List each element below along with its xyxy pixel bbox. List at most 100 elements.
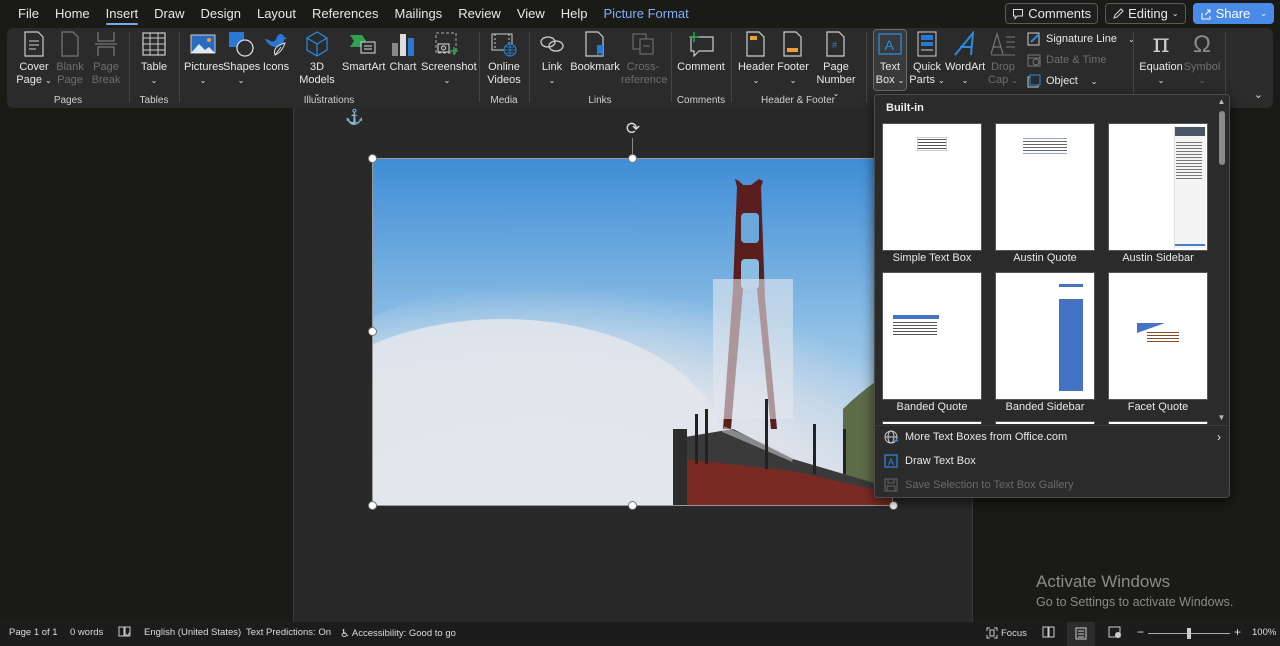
- ribbon-tab-bar: File Home Insert Draw Design Layout Refe…: [0, 0, 1280, 28]
- drop-cap-label-1: Drop: [991, 61, 1015, 73]
- gallery-item-banded-quote[interactable]: Banded Quote: [876, 268, 988, 416]
- text-box-icon: A: [878, 33, 902, 55]
- golden-gate-bridge-picture[interactable]: [372, 158, 893, 506]
- pencil-icon: [1113, 7, 1124, 19]
- gallery-item-label: Austin Sidebar: [1122, 252, 1194, 264]
- built-in-heading: Built-in: [886, 102, 924, 114]
- wordart-icon: [954, 31, 975, 56]
- anchor-icon: ⚓: [345, 109, 364, 126]
- gallery-item-label: Facet Quote: [1127, 401, 1189, 413]
- quick-parts-button[interactable]: Quick Parts ⌄: [909, 30, 945, 87]
- text-box-label-2: Box: [875, 74, 895, 86]
- focus-mode-button[interactable]: Focus: [986, 627, 1027, 639]
- tab-mailings[interactable]: Mailings: [387, 0, 451, 28]
- gallery-item-banded-sidebar[interactable]: Banded Sidebar: [989, 268, 1101, 416]
- share-button[interactable]: Share ⌄: [1192, 3, 1274, 24]
- gallery-item-partial[interactable]: [876, 417, 988, 424]
- chevron-down-icon: ⌄: [1198, 76, 1206, 85]
- tab-insert[interactable]: Insert: [98, 0, 147, 28]
- gallery-item-austin-sidebar[interactable]: Austin Sidebar: [1102, 119, 1214, 267]
- word-count[interactable]: 0 words: [70, 627, 103, 638]
- tab-layout[interactable]: Layout: [249, 0, 304, 28]
- object-icon: [1027, 74, 1041, 88]
- status-bar: Page 1 of 1 0 words English (United Stat…: [0, 622, 1280, 646]
- resize-handle-left[interactable]: [368, 327, 377, 336]
- quick-parts-label-2: Parts: [909, 74, 935, 86]
- tab-references[interactable]: References: [304, 0, 386, 28]
- group-label-tables: Tables: [139, 95, 169, 106]
- accessibility-status[interactable]: ♿︎ Accessibility: Good to go: [340, 627, 456, 640]
- zoom-level[interactable]: 100%: [1252, 627, 1276, 638]
- tab-help[interactable]: Help: [553, 0, 596, 28]
- globe-icon: [884, 430, 898, 444]
- text-predictions-status[interactable]: Text Predictions: On: [246, 627, 331, 638]
- comments-button[interactable]: Comments: [1005, 3, 1099, 24]
- gallery-item-partial[interactable]: [1102, 417, 1214, 424]
- resize-handle-top[interactable]: [628, 154, 637, 163]
- gallery-item-simple-text-box[interactable]: Simple Text Box: [876, 119, 988, 267]
- austin-sidebar-preview: [1108, 123, 1208, 251]
- print-layout-button[interactable]: [1067, 622, 1095, 646]
- chevron-right-icon: ›: [1217, 430, 1221, 444]
- editing-mode-button[interactable]: Editing ⌄: [1105, 3, 1186, 24]
- ribbon-display-options-chevron-icon[interactable]: ⌄: [1254, 88, 1263, 101]
- scroll-up-arrow-icon[interactable]: ▲: [1216, 97, 1227, 109]
- drop-cap-icon: [990, 32, 1015, 56]
- chevron-down-icon: ⌄: [897, 76, 905, 85]
- more-text-boxes-menu-item[interactable]: More Text Boxes from Office.com ›: [875, 425, 1229, 449]
- web-layout-icon: [1108, 626, 1121, 638]
- symbol-label: Symbol: [1183, 61, 1221, 73]
- chevron-down-icon: ⌄: [938, 76, 945, 85]
- zoom-out-button[interactable]: −: [1137, 625, 1144, 639]
- page-count[interactable]: Page 1 of 1: [9, 627, 58, 638]
- language-indicator[interactable]: English (United States): [144, 627, 241, 638]
- comments-label: Comments: [1028, 6, 1092, 21]
- tab-picture-format[interactable]: Picture Format: [596, 0, 697, 28]
- austin-quote-preview: [995, 123, 1095, 251]
- proofing-book-icon[interactable]: [118, 625, 131, 641]
- scrollbar-thumb[interactable]: [1219, 111, 1225, 165]
- equation-button[interactable]: π Equation ⌄: [1139, 30, 1183, 87]
- zoom-in-button[interactable]: +: [1234, 625, 1241, 639]
- wordart-button[interactable]: WordArt ⌄: [945, 30, 985, 87]
- bridge-photo: [373, 159, 892, 505]
- tab-file[interactable]: File: [10, 0, 47, 28]
- gallery-scrollbar[interactable]: ▲ ▼: [1216, 97, 1227, 425]
- tab-view[interactable]: View: [509, 0, 553, 28]
- gallery-item-facet-quote[interactable]: Facet Quote: [1102, 268, 1214, 416]
- tab-draw[interactable]: Draw: [146, 0, 192, 28]
- editing-label: Editing: [1128, 6, 1168, 21]
- pi-icon: π: [1152, 28, 1170, 59]
- save-selection-menu-item[interactable]: Save Selection to Text Box Gallery: [875, 473, 1229, 497]
- symbol-button[interactable]: Ω Symbol ⌄: [1183, 30, 1221, 87]
- read-mode-button[interactable]: [1042, 626, 1055, 641]
- tab-home[interactable]: Home: [47, 0, 98, 28]
- accessibility-icon: ♿︎: [340, 628, 350, 640]
- web-layout-button[interactable]: [1108, 626, 1122, 642]
- gallery-item-austin-quote[interactable]: Austin Quote: [989, 119, 1101, 267]
- wordart-label: WordArt: [945, 61, 986, 73]
- gallery-item-label: Banded Sidebar: [1005, 401, 1085, 413]
- resize-handle-bottom-left[interactable]: [368, 501, 377, 510]
- scroll-down-arrow-icon[interactable]: ▼: [1216, 413, 1227, 425]
- gallery-item-partial[interactable]: [989, 417, 1101, 424]
- draw-text-box-menu-item[interactable]: A Draw Text Box: [875, 449, 1229, 473]
- zoom-slider-thumb[interactable]: [1187, 628, 1191, 639]
- text-box-button[interactable]: A Text Box ⌄: [873, 29, 907, 91]
- tab-review[interactable]: Review: [450, 0, 509, 28]
- resize-handle-bottom[interactable]: [628, 501, 637, 510]
- object-button[interactable]: Object ⌄: [1027, 74, 1098, 88]
- calendar-icon: [1027, 54, 1041, 67]
- resize-handle-top-left[interactable]: [368, 154, 377, 163]
- tab-design[interactable]: Design: [193, 0, 249, 28]
- quick-parts-label-1: Quick: [912, 61, 942, 73]
- rotate-handle-icon[interactable]: ⟳: [624, 120, 642, 138]
- drop-cap-button[interactable]: Drop Cap ⌄: [987, 30, 1019, 87]
- group-label-illustrations: Illustrations: [303, 95, 355, 106]
- date-time-button[interactable]: Date & Time: [1027, 53, 1107, 67]
- signature-line-button[interactable]: Signature Line ⌄: [1027, 32, 1135, 46]
- resize-handle-bottom-right[interactable]: [889, 501, 898, 510]
- gallery-item-label: Austin Quote: [1013, 252, 1077, 264]
- group-divider: [1225, 32, 1226, 102]
- facet-quote-preview: [1108, 272, 1208, 400]
